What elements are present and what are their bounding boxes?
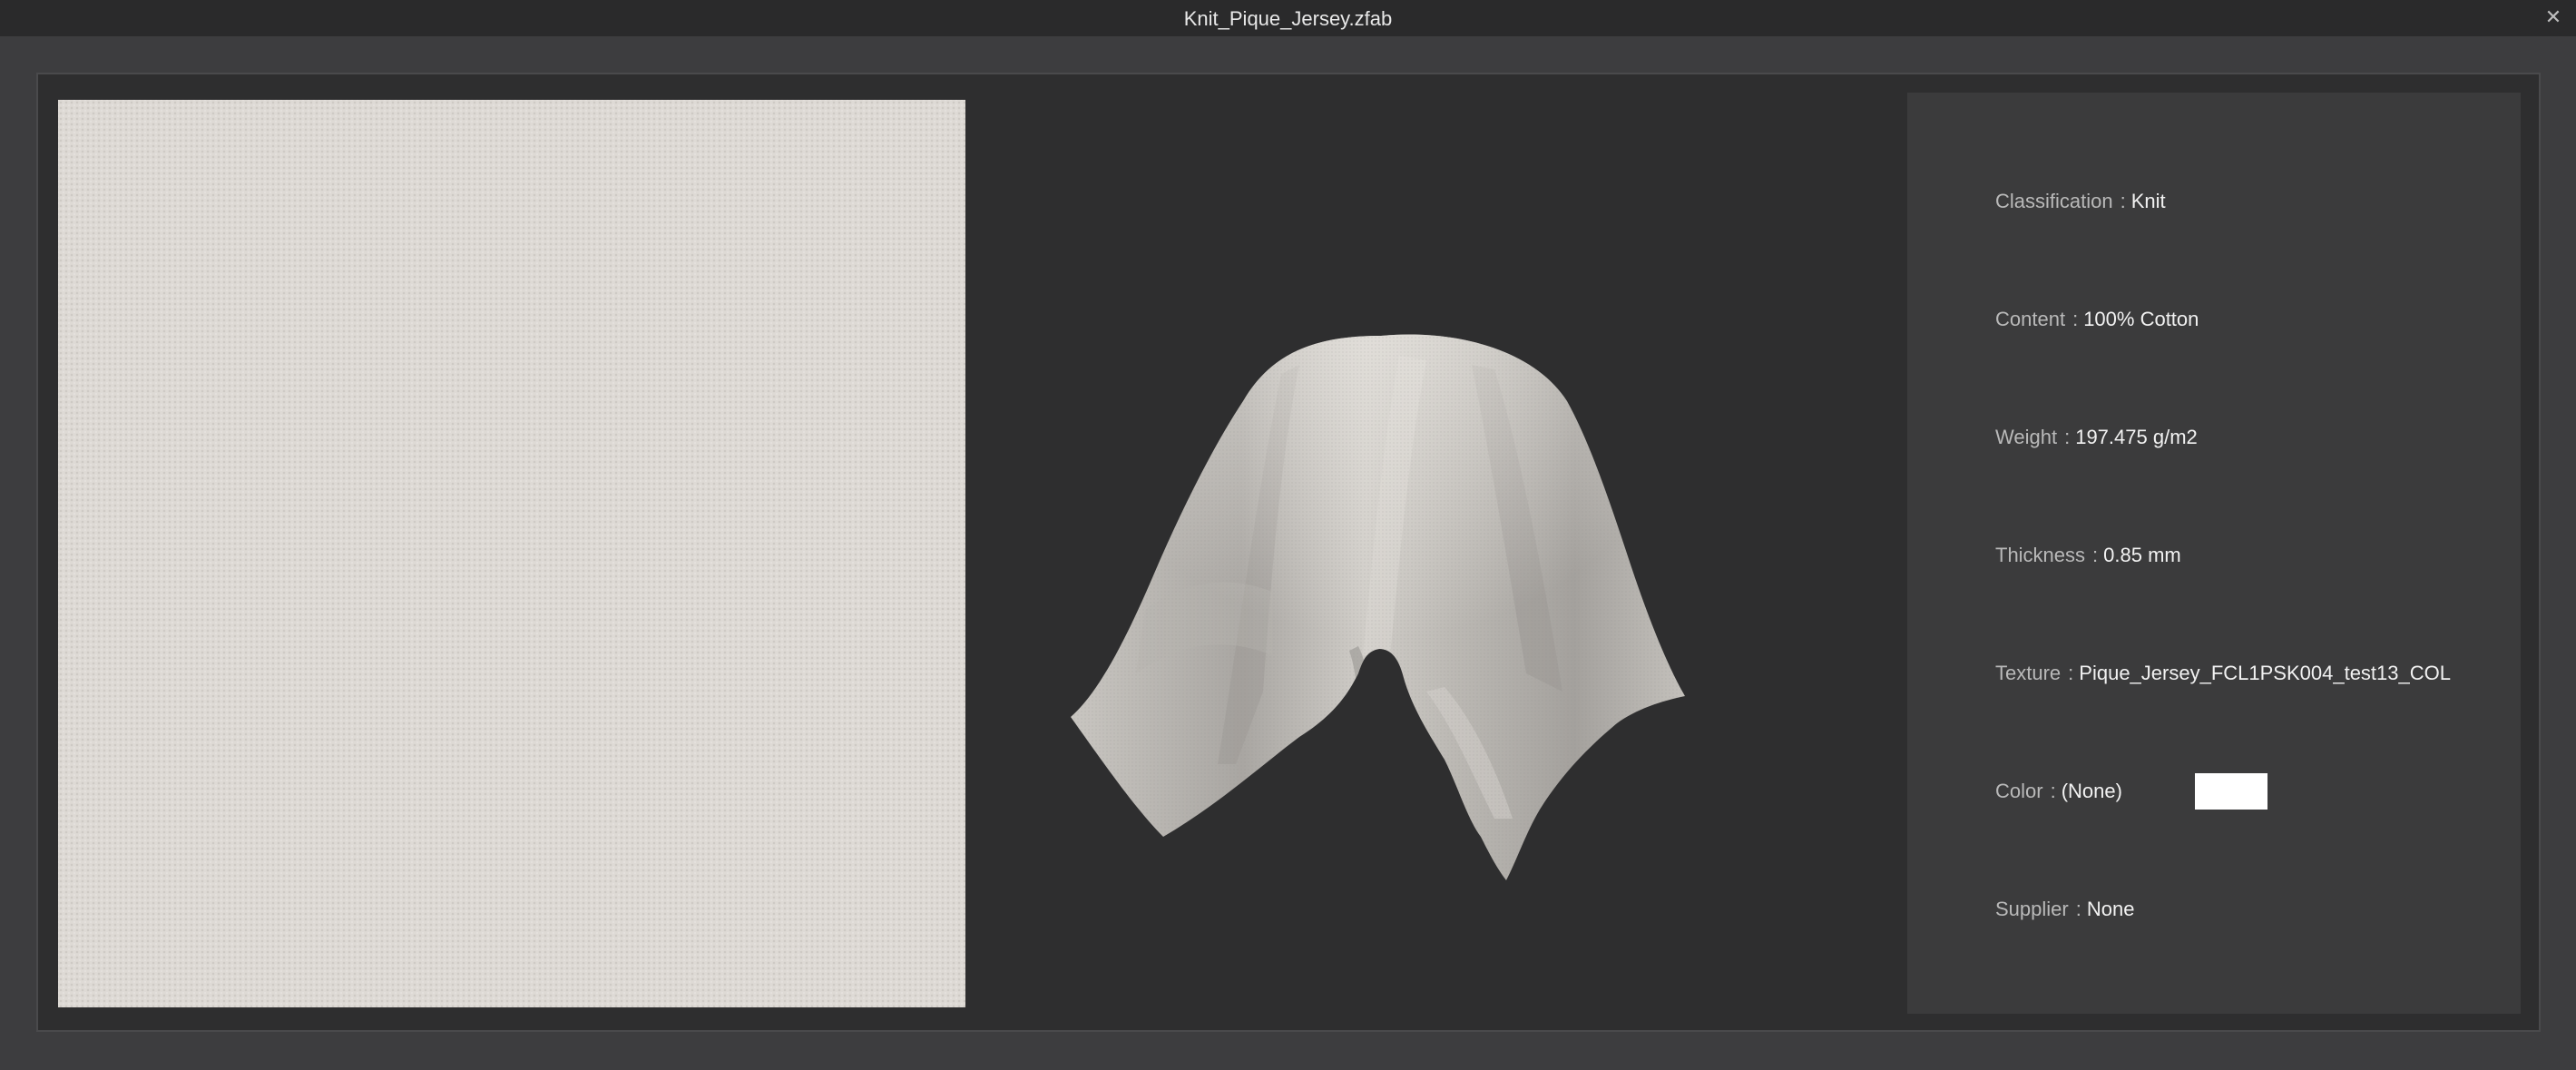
fabric-info-panel: Classification: Knit Content:100% Cotton … [1907, 93, 2521, 1014]
texture-label: Texture [1995, 662, 2062, 684]
color-swatch[interactable] [2195, 773, 2267, 810]
thickness-value: 0.85 mm [2103, 544, 2181, 566]
color-label: Color [1995, 780, 2043, 802]
separator: : [2068, 662, 2074, 684]
content-row: Content:100% Cotton [1995, 306, 2199, 333]
supplier-label: Supplier [1995, 898, 2069, 920]
separator: : [2075, 898, 2081, 920]
color-row: Color: (None) [1995, 778, 2122, 805]
classification-row: Classification: Knit [1995, 188, 2166, 215]
supplier-row: Supplier: None [1995, 896, 2134, 923]
texture-value: Pique_Jersey_FCL1PSK004_test13_COL [2079, 662, 2451, 684]
thickness-label: Thickness [1995, 544, 2086, 566]
texture-row: Texture: Pique_Jersey_FCL1PSK004_test13_C… [1995, 660, 2451, 687]
separator: : [2092, 544, 2099, 566]
window-title: Knit_Pique_Jersey.zfab [1183, 7, 1393, 30]
preview-content: Classification: Knit Content:100% Cotton … [36, 73, 2541, 1032]
fabric-preview-window: Knit_Pique_Jersey.zfab ✕ Classification … [0, 0, 2576, 1070]
weight-value: 197.475 g/m2 [2075, 426, 2198, 448]
weight-label: Weight [1995, 426, 2058, 448]
content-label: Content [1995, 308, 2066, 330]
weight-row: Weight:197.475 g/m2 [1995, 424, 2198, 451]
separator: : [2050, 780, 2056, 802]
classification-label: Classification [1995, 190, 2113, 212]
fabric-texture-swatch [58, 100, 965, 1007]
close-icon[interactable]: ✕ [2540, 4, 2567, 31]
separator: : [2120, 190, 2126, 212]
title-bar: Knit_Pique_Jersey.zfab ✕ [0, 0, 2576, 36]
color-value: (None) [2061, 780, 2122, 802]
fabric-drape-preview[interactable] [1000, 183, 1762, 982]
thickness-row: Thickness:0.85 mm [1995, 542, 2181, 569]
classification-value: Knit [2130, 190, 2166, 212]
separator: : [2064, 426, 2071, 448]
separator: : [2072, 308, 2079, 330]
supplier-value: None [2086, 898, 2135, 920]
content-value: 100% Cotton [2083, 308, 2199, 330]
